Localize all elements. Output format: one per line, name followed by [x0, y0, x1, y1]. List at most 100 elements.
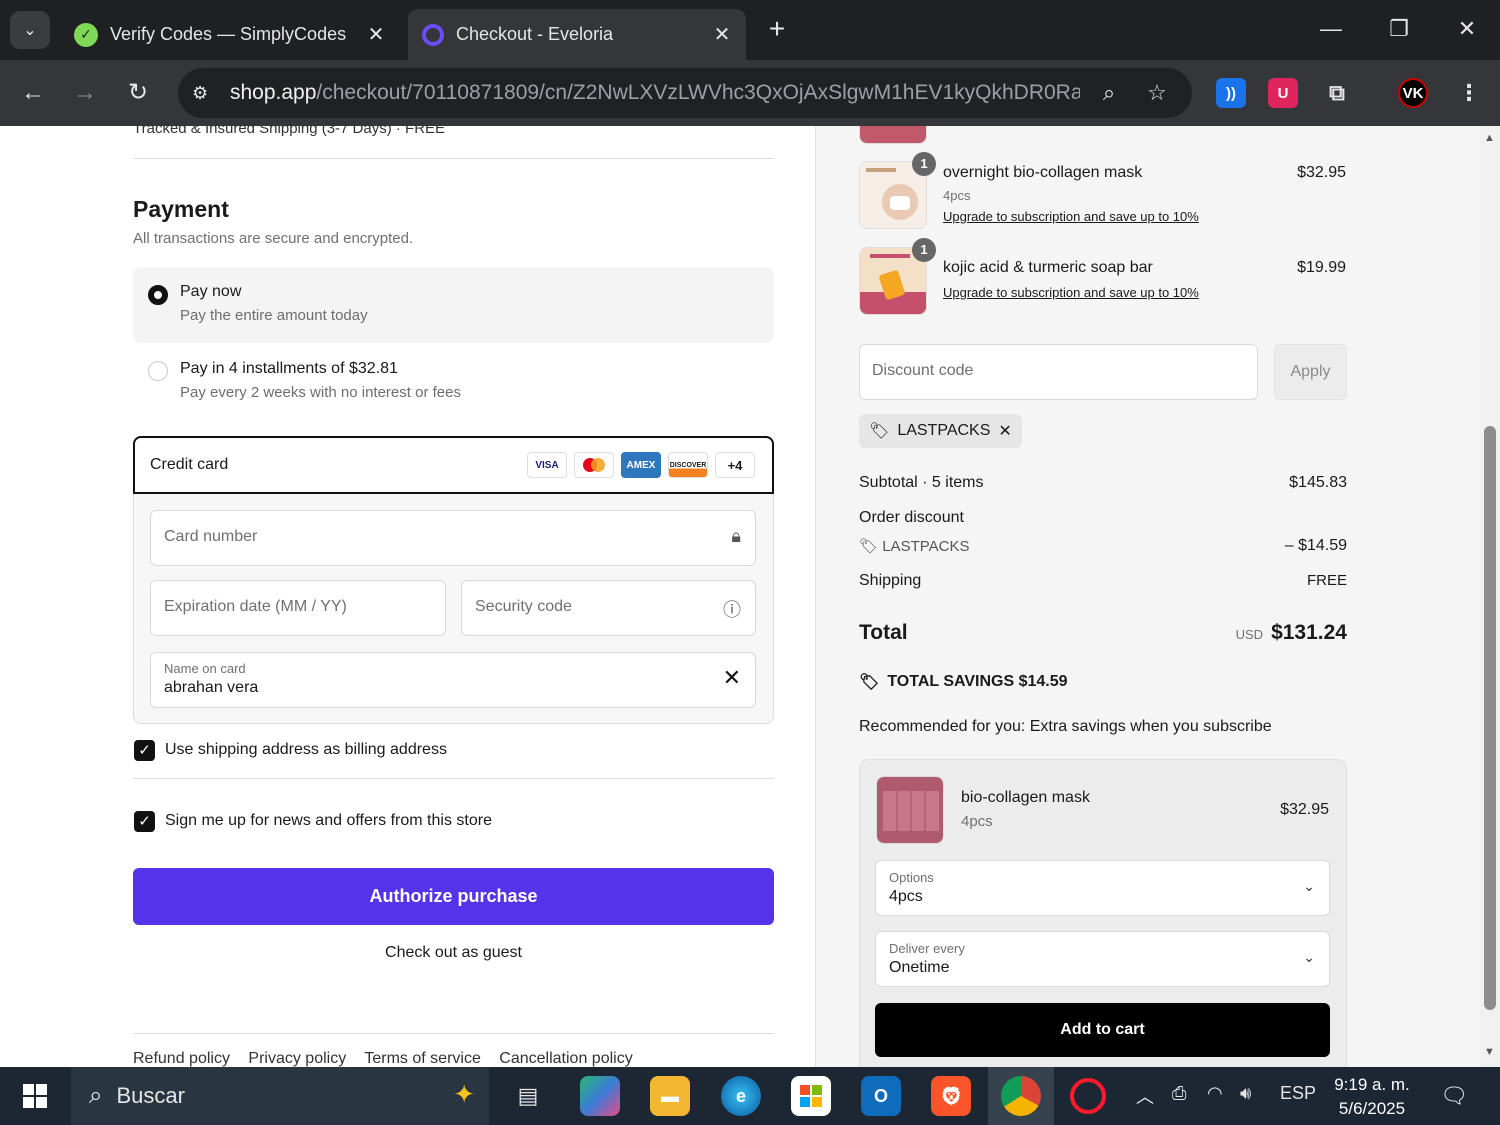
tab-verify-codes[interactable]: ✓ Verify Codes — SimplyCodes ✕ [60, 9, 400, 60]
remove-discount-icon[interactable]: ✕ [998, 421, 1011, 441]
meet-now-icon[interactable]: ⎙ [1172, 1083, 1186, 1104]
site-info-icon[interactable]: ⚙ [192, 83, 218, 104]
start-button[interactable] [0, 1067, 70, 1125]
options-select[interactable]: Options 4pcs ⌄ [875, 860, 1330, 916]
navigation-bar: ← → ↻ ⚙ shop.app/checkout/70110871809/cn… [0, 60, 1500, 126]
discount-value: – $14.59 [1284, 537, 1347, 554]
reload-icon[interactable]: ↻ [123, 78, 153, 108]
terms-link[interactable]: Terms of service [364, 1050, 480, 1067]
quantity-badge: 1 [912, 238, 936, 262]
discount-code-input[interactable]: Discount code [859, 344, 1258, 400]
new-tab-icon[interactable]: + [762, 14, 792, 44]
billing-address-checkbox[interactable]: ✓ [134, 740, 155, 761]
card-number-field[interactable]: Card number 🔒︎ [150, 510, 756, 566]
close-window-icon[interactable]: ✕ [1452, 14, 1482, 44]
privacy-policy-link[interactable]: Privacy policy [248, 1050, 346, 1067]
credit-card-option[interactable]: Credit card VISA AMEX DISCOVER +4 [133, 436, 774, 494]
minimize-icon[interactable]: — [1316, 14, 1346, 44]
visa-logo-icon: VISA [527, 452, 567, 478]
edge-icon[interactable]: e [721, 1076, 761, 1116]
upgrade-subscription-link[interactable]: Upgrade to subscription and save up to 1… [943, 209, 1199, 224]
applied-discount-chip: 🏷︎ LASTPACKS ✕ [859, 414, 1022, 448]
chrome-icon[interactable] [1001, 1076, 1041, 1116]
deliver-every-select[interactable]: Deliver every Onetime ⌄ [875, 931, 1330, 987]
zoom-icon[interactable]: ⌕ [1094, 78, 1124, 108]
language-indicator[interactable]: ESP [1280, 1083, 1316, 1104]
page-scrollbar[interactable]: ▲ ▼ [1480, 126, 1500, 1067]
add-to-cart-button[interactable]: Add to cart [875, 1003, 1330, 1057]
cancellation-policy-link[interactable]: Cancellation policy [499, 1050, 632, 1067]
expiration-date-field[interactable]: Expiration date (MM / YY) [150, 580, 446, 636]
tab-search-button[interactable]: ⌄ [10, 11, 50, 49]
subtotal-label: Subtotal · 5 items [859, 474, 984, 491]
product-thumbnail [876, 776, 944, 844]
name-on-card-field[interactable]: Name on card abrahan vera ✕ [150, 652, 756, 708]
bookmark-star-icon[interactable]: ☆ [1142, 78, 1172, 108]
ublock-shield-icon[interactable]: U [1268, 78, 1298, 108]
task-view-icon[interactable]: ▤ [508, 1076, 548, 1116]
url-text[interactable]: shop.app/checkout/70110871809/cn/Z2NwLXV… [230, 81, 1080, 105]
volume-icon[interactable]: 🔊︎ [1240, 1083, 1251, 1104]
security-code-field[interactable]: Security code ⓘ [461, 580, 756, 636]
authorize-purchase-button[interactable]: Authorize purchase [133, 868, 774, 925]
back-icon[interactable]: ← [18, 78, 48, 108]
checkout-as-guest-link[interactable]: Check out as guest [133, 944, 774, 962]
footer-links: Refund policy Privacy policy Terms of se… [133, 1050, 647, 1067]
item-price: $19.99 [1297, 259, 1346, 276]
tag-icon: 🏷︎ [859, 674, 880, 691]
checkout-page: Tracked & Insured Shipping (3-7 Days) · … [0, 126, 1480, 1067]
microsoft-store-icon[interactable] [791, 1076, 831, 1116]
windows-logo-icon [23, 1084, 47, 1108]
search-text: Buscar [116, 1083, 185, 1108]
chevron-down-icon: ⌄ [1303, 949, 1315, 965]
menu-kebab-icon[interactable]: ⋮ [1454, 78, 1484, 108]
copilot-icon[interactable] [580, 1076, 620, 1116]
extension-audio-icon[interactable]: )) [1216, 78, 1246, 108]
total-value: USD $131.24 [1235, 621, 1347, 644]
pay-now-option[interactable]: Pay now Pay the entire amount today [133, 267, 774, 343]
tab-bar: ⌄ ✓ Verify Codes — SimplyCodes ✕ Checkou… [0, 0, 1500, 60]
refund-policy-link[interactable]: Refund policy [133, 1050, 230, 1067]
forward-icon[interactable]: → [70, 78, 100, 108]
address-bar[interactable]: ⚙ shop.app/checkout/70110871809/cn/Z2NwL… [178, 68, 1192, 118]
quantity-badge: 1 [912, 152, 936, 176]
scroll-down-icon[interactable]: ▼ [1484, 1046, 1495, 1058]
brave-icon[interactable]: 🦁︎ [931, 1076, 971, 1116]
clear-field-icon[interactable]: ✕ [723, 665, 741, 691]
option-subtitle: Pay the entire amount today [180, 307, 368, 324]
close-tab-icon[interactable]: ✕ [712, 22, 732, 47]
time-text: 9:19 a. m. [1334, 1075, 1410, 1094]
opera-icon[interactable] [1070, 1078, 1106, 1114]
currency-code: USD [1235, 627, 1264, 642]
notifications-icon[interactable]: 🗨︎ [1440, 1083, 1468, 1109]
upgrade-subscription-link[interactable]: Upgrade to subscription and save up to 1… [943, 285, 1199, 300]
apply-discount-button[interactable]: Apply [1274, 344, 1347, 400]
clock[interactable]: 9:19 a. m. 5/6/2025 [1320, 1073, 1424, 1121]
radio-selected[interactable] [148, 285, 168, 305]
wifi-icon[interactable]: ◠ [1207, 1083, 1223, 1104]
order-discount-label: Order discount [859, 509, 964, 526]
item-name: kojic acid & turmeric soap bar [943, 259, 1153, 276]
file-explorer-icon[interactable]: ▬ [650, 1076, 690, 1116]
radio-unselected[interactable] [148, 361, 168, 381]
scrollbar-thumb[interactable] [1484, 426, 1496, 1010]
taskbar-search[interactable]: ⌕ Buscar ✦ [71, 1067, 489, 1125]
scroll-up-icon[interactable]: ▲ [1484, 132, 1495, 144]
product-thumbnail [859, 126, 927, 144]
tab-checkout[interactable]: Checkout - Eveloria ✕ [408, 9, 746, 60]
profile-avatar[interactable]: VK [1398, 78, 1428, 108]
show-hidden-icons-icon[interactable]: ︿ [1136, 1083, 1154, 1109]
newsletter-checkbox[interactable]: ✓ [134, 811, 155, 832]
total-savings: 🏷︎ TOTAL SAVINGS $14.59 [859, 673, 1068, 691]
total-label: Total [859, 621, 908, 644]
option-title: Pay in 4 installments of $32.81 [180, 360, 398, 377]
discover-logo-icon: DISCOVER [668, 452, 708, 478]
outlook-icon[interactable]: O [861, 1076, 901, 1116]
item-price: $32.95 [1297, 164, 1346, 181]
restore-icon[interactable]: ❐ [1384, 14, 1414, 44]
help-circle-icon[interactable]: ⓘ [723, 596, 741, 622]
close-tab-icon[interactable]: ✕ [366, 22, 386, 47]
pay-installments-option[interactable]: Pay in 4 installments of $32.81 Pay ever… [133, 346, 774, 416]
extensions-puzzle-icon[interactable]: ⧉ [1322, 78, 1352, 108]
newsletter-label: Sign me up for news and offers from this… [165, 812, 492, 829]
